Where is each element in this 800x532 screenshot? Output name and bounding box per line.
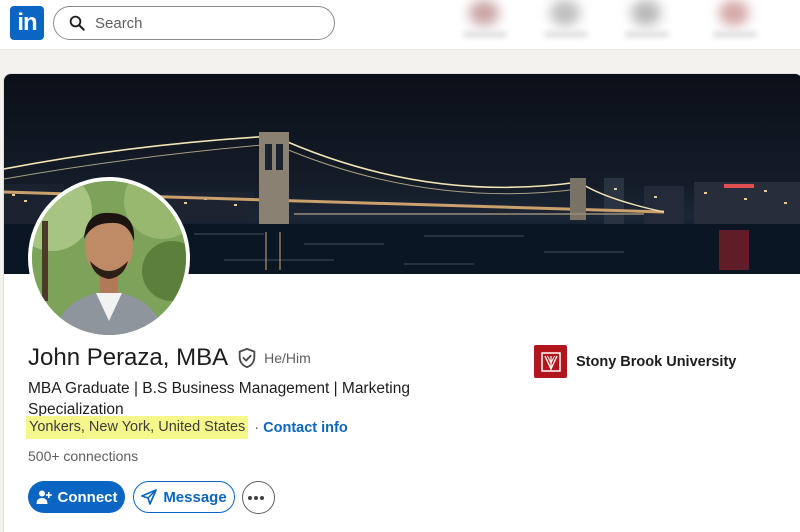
linkedin-logo-icon[interactable]: in — [10, 6, 44, 40]
more-options-button[interactable] — [242, 481, 275, 514]
connect-button-label: Connect — [57, 488, 118, 506]
location-row: Yonkers, New York, United States · Conta… — [26, 416, 348, 439]
profile-card: John Peraza, MBA He/Him MBA Graduate | B… — [3, 73, 800, 532]
pronouns: He/Him — [264, 350, 311, 366]
profile-name: John Peraza, MBA — [28, 344, 229, 371]
separator-dot: · — [254, 419, 260, 436]
top-nav-bar: in — [0, 0, 800, 50]
more-dots-icon — [247, 495, 264, 500]
send-arrow-icon — [141, 489, 158, 505]
profile-headline: MBA Graduate | B.S Business Management |… — [28, 380, 410, 418]
university-name: Stony Brook University — [576, 353, 737, 370]
search-icon — [69, 15, 85, 31]
connect-button[interactable]: Connect — [28, 481, 125, 513]
contact-info-link[interactable]: Contact info — [263, 420, 348, 436]
nav-item-jobs[interactable] — [617, 0, 677, 42]
add-person-icon — [36, 490, 52, 504]
connections-count: 500+ connections — [28, 448, 139, 464]
education-link[interactable]: Stony Brook University — [534, 345, 736, 378]
profile-name-row: John Peraza, MBA He/Him — [28, 344, 311, 372]
message-button[interactable]: Message — [133, 481, 235, 513]
nav-item-network[interactable] — [536, 0, 596, 42]
verified-shield-icon[interactable] — [236, 347, 258, 369]
search-bar[interactable] — [53, 6, 335, 40]
nav-item-home[interactable] — [455, 0, 515, 42]
nav-item-messaging[interactable] — [705, 0, 765, 42]
profile-location: Yonkers, New York, United States — [26, 416, 249, 439]
profile-avatar[interactable] — [28, 177, 190, 339]
university-logo-icon — [534, 345, 567, 378]
message-button-label: Message — [163, 488, 227, 506]
search-input[interactable] — [95, 14, 315, 32]
